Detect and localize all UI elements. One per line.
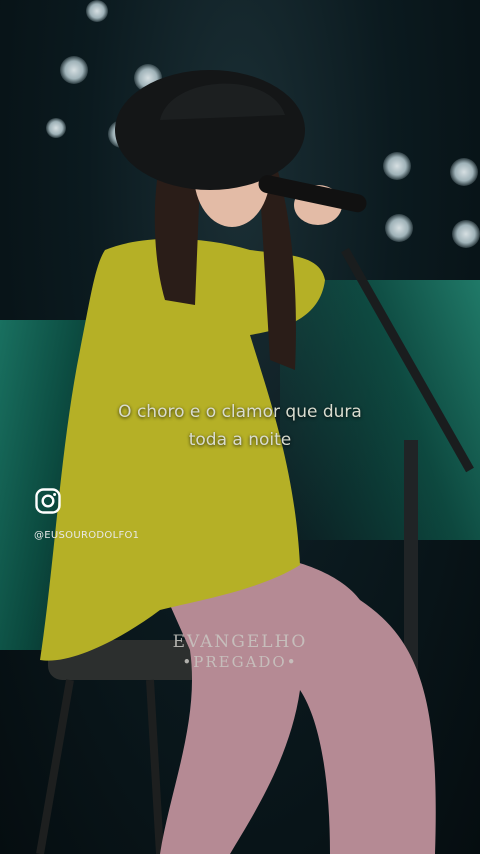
- watermark-line-1: EVANGELHO: [172, 632, 308, 652]
- watermark-line-2: •PREGADO•: [182, 653, 298, 671]
- instagram-icon[interactable]: [35, 488, 61, 514]
- stool-leg: [36, 679, 74, 854]
- instagram-handle[interactable]: @EUSOURODOLFO1: [34, 530, 139, 541]
- lyric-line-1: O choro e o clamor que dura: [118, 402, 362, 422]
- video-frame: O choro e o clamor que dura toda a noite…: [0, 0, 480, 854]
- lyric-line-2: toda a noite: [188, 430, 292, 450]
- stool-leg: [146, 679, 164, 854]
- singer-illustration: [36, 70, 474, 854]
